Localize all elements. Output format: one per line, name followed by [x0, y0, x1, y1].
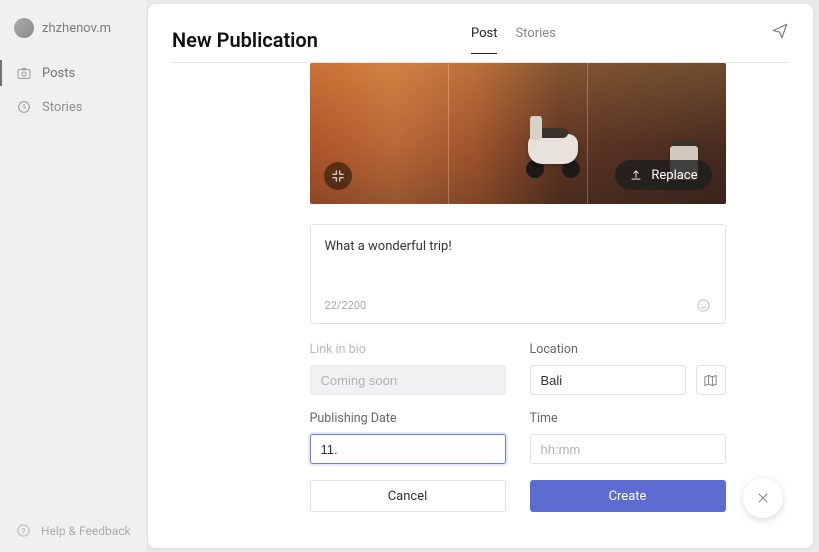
sidebar-item-posts[interactable]: Posts	[0, 56, 147, 90]
sidebar-item-stories[interactable]: Stories	[0, 90, 147, 124]
caption-box[interactable]: What a wonderful trip! 22/2200	[310, 224, 726, 324]
close-icon	[755, 490, 771, 506]
emoji-icon[interactable]	[696, 298, 711, 313]
account-row[interactable]: zhzhenov.m	[0, 18, 147, 56]
caption-text[interactable]: What a wonderful trip!	[325, 239, 711, 276]
publishing-date-field: Publishing Date	[310, 411, 506, 464]
panel-header: New Publication Post Stories	[148, 4, 813, 62]
replace-label: Replace	[651, 168, 697, 183]
tab-post[interactable]: Post	[471, 26, 498, 54]
time-field: Time	[530, 411, 726, 464]
collapse-image-button[interactable]	[324, 162, 352, 190]
grid-line	[587, 63, 588, 204]
caption-counter: 22/2200	[325, 299, 367, 312]
sidebar-item-label: Posts	[42, 66, 75, 81]
send-icon	[771, 22, 789, 40]
help-feedback[interactable]: Help & Feedback	[0, 509, 147, 552]
stories-icon	[16, 99, 32, 115]
avatar	[14, 18, 34, 38]
cancel-button[interactable]: Cancel	[310, 480, 506, 512]
image-scooter	[520, 106, 586, 178]
link-in-bio-label: Link in bio	[310, 342, 506, 357]
location-field: Location	[530, 342, 726, 395]
tab-stories[interactable]: Stories	[515, 26, 555, 54]
map-icon	[703, 373, 718, 388]
time-label: Time	[530, 411, 726, 426]
image-preview: Replace	[310, 63, 726, 204]
page-title: New Publication	[172, 28, 318, 52]
tabs: Post Stories	[471, 26, 556, 54]
replace-image-button[interactable]: Replace	[615, 160, 711, 190]
time-input[interactable]	[530, 434, 726, 464]
sidebar-item-label: Stories	[42, 100, 82, 115]
help-icon	[16, 523, 31, 538]
location-label: Location	[530, 342, 726, 357]
location-input[interactable]	[530, 365, 686, 395]
publishing-date-label: Publishing Date	[310, 411, 506, 426]
link-in-bio-input	[310, 365, 506, 395]
new-publication-panel: New Publication Post Stories	[148, 4, 813, 548]
close-button[interactable]	[743, 478, 783, 518]
help-label: Help & Feedback	[41, 524, 131, 538]
sidebar: zhzhenov.m Posts Stories Help & Feedback	[0, 0, 148, 552]
create-button[interactable]: Create	[530, 480, 726, 512]
link-in-bio-field: Link in bio	[310, 342, 506, 395]
share-button[interactable]	[771, 22, 789, 44]
collapse-icon	[331, 169, 345, 183]
camera-icon	[16, 65, 32, 81]
map-button[interactable]	[696, 365, 726, 395]
upload-icon	[629, 168, 643, 182]
grid-line	[448, 63, 449, 204]
scroll-area[interactable]: Replace What a wonderful trip! 22/2200 L…	[148, 63, 813, 548]
username: zhzhenov.m	[42, 21, 111, 36]
publishing-date-input[interactable]	[310, 434, 506, 464]
